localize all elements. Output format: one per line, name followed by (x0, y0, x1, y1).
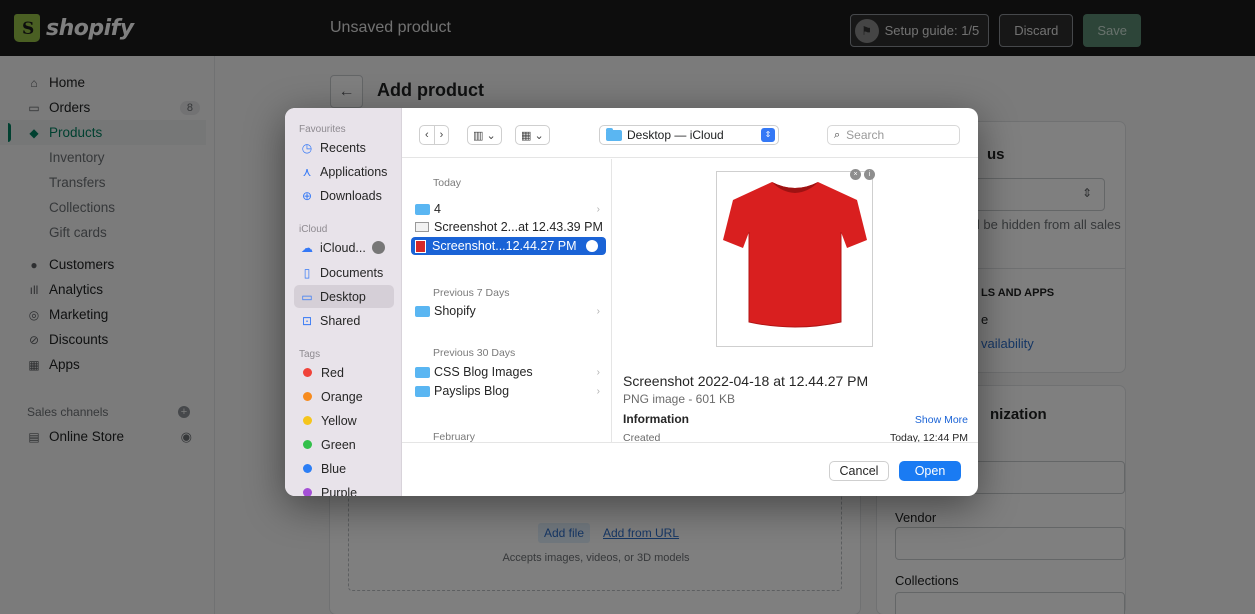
list-item[interactable]: 4 › (411, 200, 606, 218)
icloud-heading: iCloud (299, 224, 328, 235)
green-dot-icon (303, 440, 312, 449)
clock-icon: ◷ (301, 140, 313, 155)
desktop-icon: ▭ (301, 289, 313, 304)
blue-dot-icon (303, 464, 312, 473)
list-item[interactable]: Screenshot 2...at 12.43.39 PM (411, 218, 606, 236)
tag-red[interactable]: Red (294, 361, 394, 384)
preview-image (716, 171, 873, 347)
list-item[interactable]: Payslips Blog › (411, 382, 606, 400)
select-arrows-icon: ⇕ (761, 128, 775, 142)
cloud-icon: ☁ (301, 240, 313, 255)
information-heading: Information (623, 412, 689, 426)
tag-purple[interactable]: Purple (294, 481, 394, 496)
file-preview: × i Screenshot 2022-04-18 at 12.44.27 PM… (613, 159, 978, 444)
forward-icon[interactable]: › (433, 126, 449, 144)
sidebar-item-downloads[interactable]: ⊕ Downloads (294, 184, 394, 207)
file-picker-toolbar: ‹ › ▥ ⌄ ▦ ⌄ Desktop — iCloud ⇕ ⌕ Search (402, 108, 978, 158)
folder-icon (606, 127, 622, 141)
sidebar-item-documents[interactable]: ▯ Documents (294, 261, 394, 284)
sidebar-item-applications[interactable]: ⋏ Applications (294, 160, 394, 183)
group-button[interactable]: ▦ ⌄ (515, 125, 550, 145)
list-item-selected[interactable]: Screenshot...12.44.27 PM (411, 237, 606, 255)
folder-icon (415, 203, 430, 215)
orange-dot-icon (303, 392, 312, 401)
red-tshirt-image (723, 182, 867, 328)
shared-folder-icon: ⊡ (301, 313, 313, 328)
document-icon: ▯ (303, 265, 311, 280)
location-select[interactable]: Desktop — iCloud ⇕ (599, 125, 779, 145)
preview-file-name: Screenshot 2022-04-18 at 12.44.27 PM (623, 373, 869, 389)
search-icon: ⌕ (834, 128, 841, 141)
image-file-icon (415, 239, 426, 253)
group-february: February (433, 431, 476, 442)
group-today: Today (433, 177, 462, 189)
favourites-heading: Favourites (299, 124, 346, 135)
close-preview-icon[interactable]: × (850, 169, 861, 180)
back-icon[interactable]: ‹ (420, 126, 434, 144)
open-button[interactable]: Open (899, 461, 961, 481)
group-previous-7-days: Previous 7 Days (433, 287, 510, 299)
file-list: Today 4 › Screenshot 2...at 12.43.39 PM S… (402, 159, 612, 442)
sidebar-item-icloud-drive[interactable]: ☁ iCloud... (294, 236, 394, 259)
tags-heading: Tags (299, 349, 321, 360)
tag-green[interactable]: Green (294, 433, 394, 456)
view-mode-button[interactable]: ▥ ⌄ (467, 125, 502, 145)
red-dot-icon (303, 368, 312, 377)
folder-icon (415, 385, 430, 397)
show-more-link[interactable]: Show More (915, 414, 968, 426)
sync-status-icon (586, 240, 598, 252)
list-item[interactable]: CSS Blog Images › (411, 363, 606, 381)
group-previous-30-days: Previous 30 Days (433, 347, 516, 359)
columns-view-icon: ▥ ⌄ (473, 129, 496, 142)
folder-icon (415, 366, 430, 378)
download-icon: ⊕ (301, 188, 313, 203)
sidebar-item-recents[interactable]: ◷ Recents (294, 136, 394, 159)
file-picker-dialog: Favourites ◷ Recents ⋏ Applications ⊕ Downl… (285, 108, 978, 496)
tag-blue[interactable]: Blue (294, 457, 394, 480)
cancel-button[interactable]: Cancel (829, 461, 889, 481)
grid-icon: ▦ ⌄ (521, 129, 544, 142)
sidebar-item-shared[interactable]: ⊡ Shared (294, 309, 394, 332)
info-icon[interactable]: i (864, 169, 875, 180)
file-picker-sidebar: Favourites ◷ Recents ⋏ Applications ⊕ Downl… (285, 108, 402, 496)
tag-yellow[interactable]: Yellow (294, 409, 394, 432)
applications-icon: ⋏ (302, 164, 312, 179)
folder-icon (415, 305, 430, 317)
sidebar-item-desktop[interactable]: ▭ Desktop (294, 285, 394, 308)
file-picker-footer: Cancel Open (402, 442, 978, 496)
purple-dot-icon (303, 488, 312, 496)
yellow-dot-icon (303, 416, 312, 425)
history-nav: ‹ › (419, 125, 450, 145)
screenshot-file-icon (415, 222, 429, 232)
search-field[interactable]: ⌕ Search (827, 125, 960, 145)
preview-file-type: PNG image - 601 KB (623, 392, 736, 406)
list-item[interactable]: Shopify › (411, 302, 606, 320)
tag-orange[interactable]: Orange (294, 385, 394, 408)
sync-progress-icon (371, 241, 385, 254)
